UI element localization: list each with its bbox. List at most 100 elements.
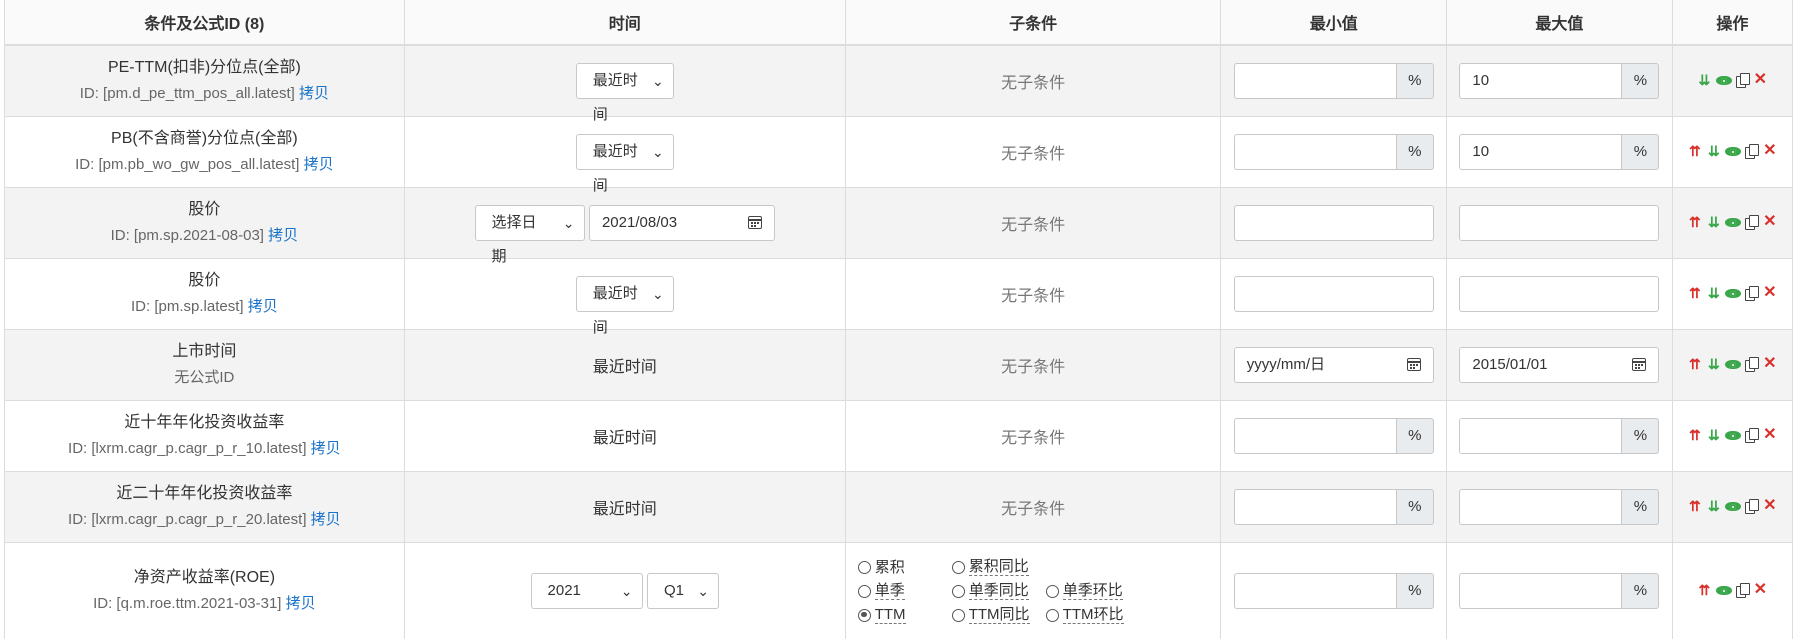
radio-single-quarter[interactable]: 单季 <box>857 582 952 600</box>
min-input[interactable] <box>1233 205 1434 241</box>
formula-id: 无公式ID <box>174 369 235 386</box>
eye-icon[interactable] <box>1725 143 1742 159</box>
close-icon[interactable]: ✕ <box>1753 72 1768 88</box>
double-chevron-up-icon[interactable]: ⇈ <box>1687 143 1702 159</box>
radio-ttm-yoy[interactable]: TTM同比 <box>951 606 1046 624</box>
copy-icon[interactable] <box>1735 73 1750 88</box>
date-value: 2021/08/03 <box>601 214 678 231</box>
date-input[interactable]: 2021/08/03 <box>588 205 775 241</box>
copy-icon[interactable] <box>1745 357 1760 372</box>
eye-icon[interactable] <box>1725 427 1742 443</box>
radio-single-quarter-qoq[interactable]: 单季环比 <box>1045 582 1140 600</box>
max-input[interactable]: 10 <box>1459 134 1622 170</box>
condition-cell: 上市时间 无公式ID <box>4 329 405 401</box>
table-row: 股价 ID: [pm.sp.2021-08-03] 拷贝 选择日期 ⌄ 2021/… <box>4 187 1793 265</box>
copy-id-link[interactable]: 拷贝 <box>311 440 341 457</box>
copy-icon[interactable] <box>1735 583 1750 598</box>
min-input[interactable] <box>1233 573 1396 609</box>
subcondition-cell: 无子条件 <box>845 187 1222 259</box>
copy-id-link[interactable]: 拷贝 <box>304 156 334 173</box>
double-chevron-down-icon[interactable]: ⇊ <box>1706 285 1721 301</box>
double-chevron-up-icon[interactable]: ⇈ <box>1687 356 1702 372</box>
max-input[interactable] <box>1459 489 1622 525</box>
table-row: 近十年年化投资收益率 ID: [lxrm.cagr_p.cagr_p_r_10.… <box>4 400 1793 472</box>
percent-addon: % <box>1621 418 1660 454</box>
max-input[interactable] <box>1459 276 1660 312</box>
condition-cell: 近十年年化投资收益率 ID: [lxrm.cagr_p.cagr_p_r_10.… <box>4 400 405 472</box>
radio-single-quarter-yoy[interactable]: 单季同比 <box>951 582 1046 600</box>
double-chevron-up-icon[interactable]: ⇈ <box>1687 498 1702 514</box>
time-select[interactable]: 最近时间 ⌄ <box>575 134 674 194</box>
copy-id-link[interactable]: 拷贝 <box>248 298 278 315</box>
copy-icon[interactable] <box>1745 215 1760 230</box>
condition-name: 净资产收益率(ROE) <box>133 569 276 586</box>
min-input[interactable] <box>1233 418 1396 454</box>
condition-name: 股价 <box>188 201 221 218</box>
eye-icon[interactable] <box>1715 582 1732 598</box>
copy-icon[interactable] <box>1745 428 1760 443</box>
time-select[interactable]: 最近时间 ⌄ <box>575 276 674 336</box>
radio-cumulative[interactable]: 累积 <box>857 558 952 576</box>
condition-cell: PB(不含商誉)分位点(全部) ID: [pm.pb_wo_gw_pos_all… <box>4 116 405 188</box>
eye-icon[interactable] <box>1725 285 1742 301</box>
min-date-input[interactable]: yyyy/mm/日 <box>1233 347 1434 383</box>
close-icon[interactable]: ✕ <box>1762 427 1777 443</box>
copy-icon[interactable] <box>1745 286 1760 301</box>
double-chevron-down-icon[interactable]: ⇊ <box>1697 72 1712 88</box>
close-icon[interactable]: ✕ <box>1762 214 1777 230</box>
max-date-input[interactable]: 2015/01/01 <box>1459 347 1660 383</box>
copy-icon[interactable] <box>1745 144 1760 159</box>
max-input[interactable] <box>1459 205 1660 241</box>
quarter-select[interactable]: Q1 ⌄ <box>646 573 719 609</box>
close-icon[interactable]: ✕ <box>1753 582 1768 598</box>
copy-id-link[interactable]: 拷贝 <box>311 511 341 528</box>
min-input[interactable] <box>1233 134 1396 170</box>
copy-icon[interactable] <box>1745 499 1760 514</box>
eye-icon[interactable] <box>1725 356 1742 372</box>
eye-icon[interactable] <box>1725 214 1742 230</box>
close-icon[interactable]: ✕ <box>1762 143 1777 159</box>
calendar-icon[interactable] <box>1632 358 1647 371</box>
max-input[interactable]: 10 <box>1459 63 1622 99</box>
double-chevron-up-icon[interactable]: ⇈ <box>1687 427 1702 443</box>
double-chevron-down-icon[interactable]: ⇊ <box>1706 214 1721 230</box>
eye-icon[interactable] <box>1725 498 1742 514</box>
radio-ttm[interactable]: TTM <box>857 606 952 624</box>
min-input[interactable] <box>1233 63 1396 99</box>
copy-id-link[interactable]: 拷贝 <box>299 85 329 102</box>
copy-id-link[interactable]: 拷贝 <box>268 227 298 244</box>
radio-cumulative-yoy[interactable]: 累积同比 <box>951 558 1046 576</box>
max-input[interactable] <box>1459 573 1622 609</box>
double-chevron-up-icon[interactable]: ⇈ <box>1687 214 1702 230</box>
subcondition-cell: 无子条件 <box>845 329 1222 401</box>
double-chevron-up-icon[interactable]: ⇈ <box>1687 285 1702 301</box>
double-chevron-down-icon[interactable]: ⇊ <box>1706 356 1721 372</box>
close-icon[interactable]: ✕ <box>1762 285 1777 301</box>
calendar-icon[interactable] <box>747 216 762 229</box>
eye-icon[interactable] <box>1715 72 1732 88</box>
min-input[interactable] <box>1233 489 1396 525</box>
double-chevron-up-icon[interactable]: ⇈ <box>1697 582 1712 598</box>
condition-name: PB(不含商誉)分位点(全部) <box>111 130 298 147</box>
year-select[interactable]: 2021 ⌄ <box>530 573 643 609</box>
double-chevron-down-icon[interactable]: ⇊ <box>1706 143 1721 159</box>
time-cell: 最近时间 ⌄ <box>404 44 846 123</box>
min-input[interactable] <box>1233 276 1434 312</box>
double-chevron-down-icon[interactable]: ⇊ <box>1706 498 1721 514</box>
time-cell: 2021 ⌄ Q1 ⌄ <box>404 542 846 639</box>
copy-id-link[interactable]: 拷贝 <box>286 595 316 612</box>
actions-cell: ⇈ ⇊ ✕ <box>1672 258 1793 330</box>
radio-ttm-qoq[interactable]: TTM环比 <box>1045 606 1140 624</box>
calendar-icon[interactable] <box>1406 358 1421 371</box>
table-row: PB(不含商誉)分位点(全部) ID: [pm.pb_wo_gw_pos_all… <box>4 116 1793 194</box>
time-select[interactable]: 选择日期 ⌄ <box>474 205 585 265</box>
time-select[interactable]: 最近时间 ⌄ <box>575 63 674 123</box>
percent-addon: % <box>1395 489 1434 525</box>
max-input[interactable] <box>1459 418 1622 454</box>
min-input-group: % <box>1233 418 1434 454</box>
close-icon[interactable]: ✕ <box>1762 498 1777 514</box>
double-chevron-down-icon[interactable]: ⇊ <box>1706 427 1721 443</box>
close-icon[interactable]: ✕ <box>1762 356 1777 372</box>
radio-circle <box>857 560 871 574</box>
table-row: 股价 ID: [pm.sp.latest] 拷贝 最近时间 ⌄ 无子条件 ⇈ ⇊ … <box>4 258 1793 336</box>
